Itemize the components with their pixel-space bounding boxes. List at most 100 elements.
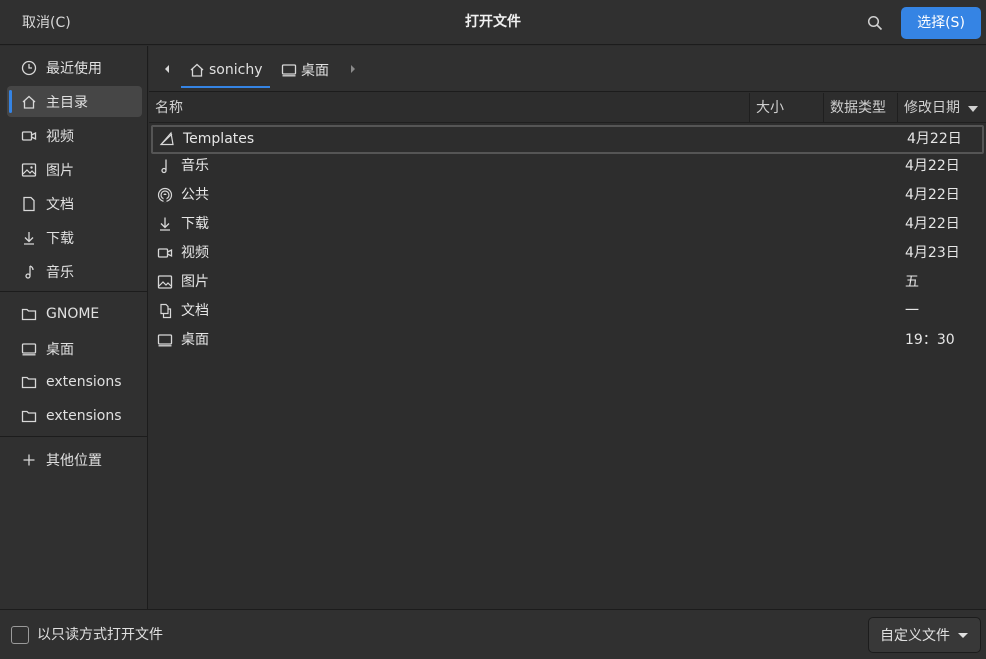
readonly-label[interactable]: 以只读方式打开文件 — [37, 625, 163, 645]
sidebar-item-label: 其他位置 — [46, 452, 102, 469]
file-date: 19：30 — [905, 332, 955, 348]
sidebar-item-gnome[interactable]: GNOME — [7, 298, 142, 329]
search-icon — [867, 15, 883, 31]
arrow-left-icon — [163, 64, 171, 74]
folder-icon — [20, 305, 38, 323]
desktop-icon — [157, 332, 173, 348]
file-filter-dropdown[interactable]: 自定义文件 — [868, 617, 981, 653]
sidebar-divider — [0, 436, 148, 437]
sidebar-item-pictures[interactable]: 图片 — [7, 154, 142, 185]
table-row[interactable]: 音乐 4月22日 — [149, 152, 986, 181]
table-row[interactable]: 下载 4月22日 — [149, 210, 986, 239]
main-panel: sonichy 桌面 名称 大小 数据类型 修改日期 Templates 4月2… — [149, 46, 986, 609]
sidebar-item-label: 音乐 — [46, 264, 74, 281]
video-icon — [157, 245, 173, 261]
file-name: 视频 — [181, 245, 209, 261]
table-row[interactable]: 桌面 19：30 — [149, 326, 986, 355]
sidebar-item-music[interactable]: 音乐 — [7, 256, 142, 287]
folder-icon — [20, 407, 38, 425]
sidebar-item-other-locations[interactable]: 其他位置 — [7, 444, 142, 475]
clock-icon — [20, 59, 38, 77]
home-icon — [20, 93, 38, 111]
sidebar-item-extensions-2[interactable]: extensions — [7, 400, 142, 431]
crumb-label: 桌面 — [301, 63, 329, 79]
search-button[interactable] — [860, 8, 890, 38]
file-name: 文档 — [181, 303, 209, 319]
music-icon — [157, 158, 173, 174]
footer-bar: 以只读方式打开文件 自定义文件 — [0, 609, 986, 659]
crumb-home[interactable]: sonichy — [181, 54, 271, 88]
sidebar-item-label: 下载 — [46, 230, 74, 247]
download-icon — [20, 229, 38, 247]
file-date: 4月22日 — [905, 216, 960, 232]
sidebar-item-desktop[interactable]: 桌面 — [7, 333, 142, 364]
sidebar-item-label: 桌面 — [46, 341, 74, 358]
sidebar-item-label: extensions — [46, 373, 122, 390]
file-date: 五 — [905, 274, 919, 290]
plus-icon — [20, 451, 38, 469]
column-modified[interactable]: 修改日期 — [897, 93, 986, 123]
filter-label: 自定义文件 — [880, 628, 950, 644]
desktop-icon — [20, 340, 38, 358]
file-name: 下载 — [181, 216, 209, 232]
template-icon — [159, 131, 175, 147]
dialog-title: 打开文件 — [465, 14, 521, 30]
select-button[interactable]: 选择(S) — [901, 7, 981, 39]
sidebar-divider — [0, 291, 148, 292]
column-header: 名称 大小 数据类型 修改日期 — [149, 93, 986, 123]
video-icon — [20, 127, 38, 145]
sidebar-item-extensions-1[interactable]: extensions — [7, 366, 142, 397]
readonly-checkbox[interactable] — [11, 626, 29, 644]
folder-icon — [20, 373, 38, 391]
cancel-button[interactable]: 取消(C) — [12, 8, 81, 38]
file-name: 图片 — [181, 274, 209, 290]
file-name: 音乐 — [181, 158, 209, 174]
sidebar-item-label: 文档 — [46, 196, 74, 213]
file-date: 4月22日 — [907, 131, 962, 147]
arrow-right-icon — [349, 64, 357, 74]
file-name: 桌面 — [181, 332, 209, 348]
sidebar-item-documents[interactable]: 文档 — [7, 188, 142, 219]
sidebar-item-home[interactable]: 主目录 — [7, 86, 142, 117]
image-icon — [157, 274, 173, 290]
sidebar-item-label: extensions — [46, 407, 122, 424]
desktop-icon — [281, 62, 297, 78]
path-forward-button[interactable] — [345, 61, 361, 77]
sidebar-item-videos[interactable]: 视频 — [7, 120, 142, 151]
file-date: 一 — [905, 303, 919, 319]
sidebar-item-recent[interactable]: 最近使用 — [7, 52, 142, 83]
music-icon — [20, 263, 38, 281]
column-type[interactable]: 数据类型 — [823, 93, 897, 123]
path-bar: sonichy 桌面 — [149, 46, 986, 92]
sidebar-item-label: 图片 — [46, 162, 74, 179]
file-name: Templates — [183, 131, 255, 147]
path-back-button[interactable] — [159, 61, 175, 77]
table-row[interactable]: 文档 一 — [149, 297, 986, 326]
share-icon — [157, 187, 173, 203]
column-size[interactable]: 大小 — [749, 93, 823, 123]
column-name[interactable]: 名称 — [149, 93, 749, 123]
table-row[interactable]: 视频 4月23日 — [149, 239, 986, 268]
file-date: 4月23日 — [905, 245, 960, 261]
file-date: 4月22日 — [905, 158, 960, 174]
table-row[interactable]: 公共 4月22日 — [149, 181, 986, 210]
sidebar-item-label: 视频 — [46, 128, 74, 145]
file-name: 公共 — [181, 187, 209, 203]
sort-descending-icon — [968, 106, 978, 112]
column-modified-label: 修改日期 — [904, 100, 960, 116]
documents-icon — [157, 303, 173, 319]
sidebar-item-label: 主目录 — [46, 94, 88, 111]
image-icon — [20, 161, 38, 179]
table-row[interactable]: Templates 4月22日 — [151, 125, 984, 154]
home-icon — [189, 62, 205, 78]
sidebar-item-downloads[interactable]: 下载 — [7, 222, 142, 253]
chevron-down-icon — [958, 633, 968, 638]
header-bar: 取消(C) 打开文件 选择(S) — [0, 0, 986, 45]
crumb-desktop[interactable]: 桌面 — [273, 54, 337, 86]
crumb-label: sonichy — [209, 62, 263, 78]
sidebar: 最近使用 主目录 视频 图片 文档 下载 音乐 GNOME 桌面 extensi… — [0, 46, 148, 609]
download-icon — [157, 216, 173, 232]
document-icon — [20, 195, 38, 213]
table-row[interactable]: 图片 五 — [149, 268, 986, 297]
sidebar-item-label: GNOME — [46, 305, 100, 322]
